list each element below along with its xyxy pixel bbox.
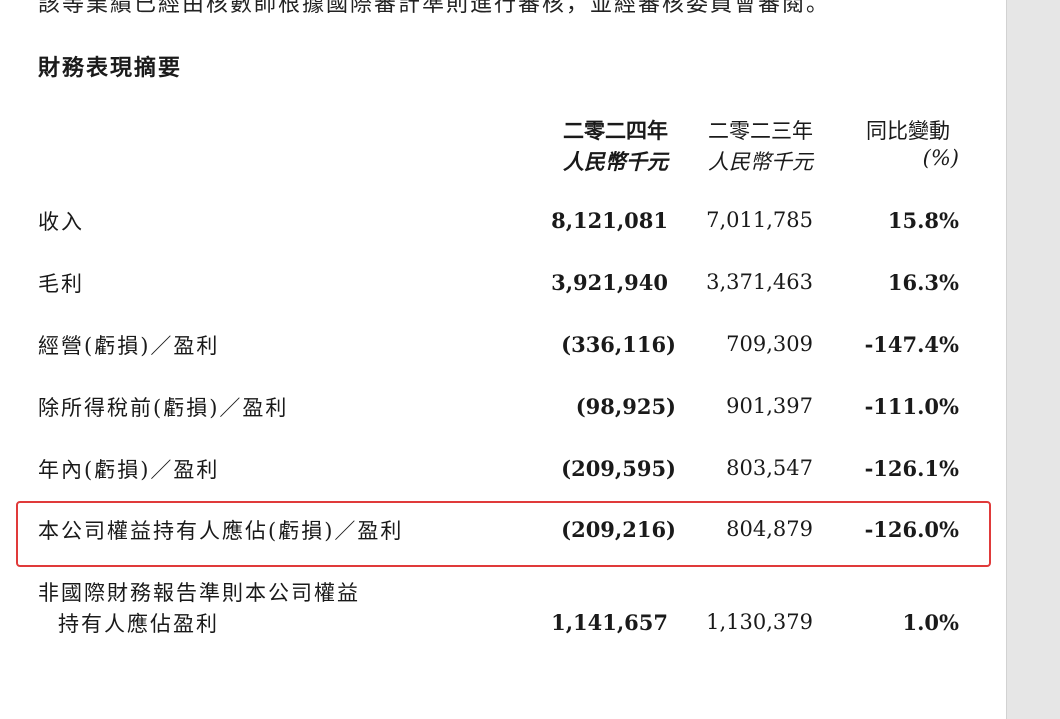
value-2023-before-tax: 901,397 [726,394,813,418]
row-label-non-ifrs-line1: 非國際財務報告準則本公司權益 [38,581,360,605]
column-header-2024-unit: 人民幣千元 [563,149,668,174]
value-2024-attributable: (209,216) [561,517,676,542]
row-label-revenue: 收入 [38,210,84,234]
column-header-2023-unit: 人民幣千元 [708,150,813,174]
document-viewer: 該等業績已經由核數師根據國際審計準則進行審核，並經審核委員會審閱。 財務表現摘要… [0,0,1060,719]
row-label-for-the-year: 年內(虧損)／盈利 [38,458,220,482]
value-yoy-operating: -147.4% [864,332,959,357]
value-yoy-before-tax: -111.0% [864,394,959,419]
row-label-before-tax: 除所得稅前(虧損)／盈利 [38,396,289,420]
page-edge-divider [1006,0,1007,719]
value-2024-operating: (336,116) [561,332,676,357]
value-yoy-gross-profit: 16.3% [887,270,959,295]
value-2024-non-ifrs: 1,141,657 [551,610,668,635]
value-yoy-attributable: -126.0% [864,517,959,542]
value-2023-non-ifrs: 1,130,379 [706,610,813,634]
row-label-attributable: 本公司權益持有人應佔(虧損)／盈利 [38,519,404,543]
value-yoy-revenue: 15.8% [887,208,959,233]
section-title: 財務表現摘要 [38,55,183,81]
value-2023-for-the-year: 803,547 [726,456,813,480]
row-label-non-ifrs-line2: 持有人應佔盈利 [58,612,219,636]
value-yoy-non-ifrs: 1.0% [902,610,960,635]
document-page: 該等業績已經由核數師根據國際審計準則進行審核，並經審核委員會審閱。 財務表現摘要… [0,0,1006,719]
row-label-gross-profit: 毛利 [38,272,84,296]
value-2023-attributable: 804,879 [726,517,813,541]
value-2024-gross-profit: 3,921,940 [551,270,668,295]
value-2023-operating: 709,309 [726,332,813,356]
column-header-2024-year: 二零二四年 [563,118,668,143]
column-header-yoy: 同比變動 [866,119,950,143]
value-2023-gross-profit: 3,371,463 [706,270,813,294]
intro-text: 該等業績已經由核數師根據國際審計準則進行審核，並經審核委員會審閱。 [38,0,831,17]
column-header-yoy-unit: (%) [922,146,959,170]
value-yoy-for-the-year: -126.1% [864,456,959,481]
value-2024-before-tax: (98,925) [575,394,676,419]
column-header-2023-year: 二零二三年 [708,119,813,143]
value-2024-for-the-year: (209,595) [561,456,676,481]
value-2024-revenue: 8,121,081 [551,208,668,233]
viewer-gutter [1006,0,1060,719]
value-2023-revenue: 7,011,785 [706,208,813,232]
row-label-operating: 經營(虧損)／盈利 [38,334,220,358]
